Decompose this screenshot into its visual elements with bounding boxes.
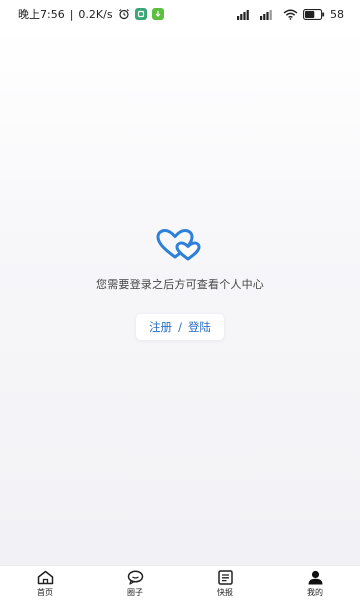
tab-circle-label: 圈子: [127, 588, 143, 597]
wifi-icon: [283, 9, 298, 20]
status-bar: 晚上7:56 | 0.2K/s 58: [0, 0, 360, 28]
home-icon: [36, 569, 54, 585]
login-required-message: 您需要登录之后方可查看个人中心: [96, 278, 264, 291]
app-notification-icon: [134, 8, 147, 20]
main-content: 您需要登录之后方可查看个人中心 注册 / 登陆: [0, 28, 360, 565]
double-heart-icon: [156, 229, 201, 261]
chat-bubble-icon: [126, 569, 144, 585]
tab-mine-label: 我的: [307, 588, 323, 597]
signal-icon: [237, 9, 255, 20]
network-speed: 0.2K/s: [78, 7, 113, 21]
alarm-icon: [118, 8, 130, 20]
tab-home[interactable]: 首页: [0, 566, 90, 601]
tab-mine[interactable]: 我的: [270, 566, 360, 601]
register-link[interactable]: 注册: [149, 319, 172, 335]
bottom-tab-bar: 首页 圈子 快报 我的: [0, 565, 360, 601]
status-right: 58: [237, 8, 344, 21]
auth-separator: /: [178, 320, 182, 334]
tab-news[interactable]: 快报: [180, 566, 270, 601]
tab-circle[interactable]: 圈子: [90, 566, 180, 601]
download-icon: [151, 8, 164, 20]
tab-news-label: 快报: [217, 588, 233, 597]
user-icon: [306, 569, 324, 585]
battery-icon: [303, 8, 325, 20]
status-left: 晚上7:56 | 0.2K/s: [18, 6, 164, 22]
tab-home-label: 首页: [37, 588, 53, 597]
login-link[interactable]: 登陆: [188, 319, 211, 335]
status-divider: |: [69, 7, 74, 21]
auth-links: 注册 / 登陆: [136, 314, 224, 340]
news-icon: [216, 569, 234, 585]
login-prompt-card: 您需要登录之后方可查看个人中心 注册 / 登陆: [0, 228, 360, 340]
signal-2-icon: [260, 9, 278, 20]
status-time: 晚上7:56: [18, 8, 65, 21]
battery-level: 58: [330, 7, 344, 21]
